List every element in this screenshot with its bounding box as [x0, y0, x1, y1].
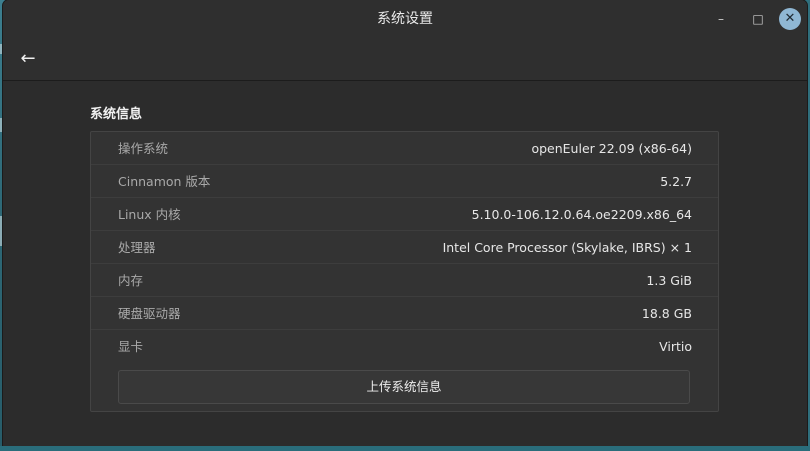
info-label: Linux 内核: [118, 207, 181, 222]
info-row-processor: 处理器 Intel Core Processor (Skylake, IBRS)…: [91, 231, 718, 264]
info-label: 硬盘驱动器: [118, 306, 181, 321]
system-info-panel: 操作系统 openEuler 22.09 (x86-64) Cinnamon 版…: [90, 131, 719, 412]
info-value: Intel Core Processor (Skylake, IBRS) × 1: [442, 240, 692, 255]
info-label: 内存: [118, 273, 144, 288]
back-button[interactable]: ←: [15, 46, 41, 72]
info-row-os: 操作系统 openEuler 22.09 (x86-64): [91, 132, 718, 165]
info-row-disk: 硬盘驱动器 18.8 GB: [91, 297, 718, 330]
maximize-icon: □: [752, 12, 764, 26]
info-label: Cinnamon 版本: [118, 174, 211, 189]
header-bar: ←: [3, 38, 807, 81]
info-value: 18.8 GB: [641, 306, 692, 321]
maximize-button[interactable]: □: [748, 9, 768, 29]
info-value: 5.2.7: [660, 174, 692, 189]
section-title: 系统信息: [90, 107, 143, 122]
info-label: 处理器: [118, 240, 156, 255]
info-row-cinnamon: Cinnamon 版本 5.2.7: [91, 165, 718, 198]
system-settings-window: 系统设置 – □ ✕ ← 系统信息 操作系统 openEuler 22.09 (…: [3, 0, 807, 446]
info-value: 5.10.0-106.12.0.64.oe2209.x86_64: [471, 207, 692, 222]
info-row-memory: 内存 1.3 GiB: [91, 264, 718, 297]
desktop-bottom-edge: [0, 446, 810, 451]
close-button[interactable]: ✕: [779, 8, 801, 30]
upload-system-info-button[interactable]: 上传系统信息: [118, 370, 690, 404]
window-title: 系统设置: [377, 11, 433, 27]
info-label: 操作系统: [118, 141, 169, 156]
minimize-icon: –: [718, 12, 724, 26]
info-value: 1.3 GiB: [646, 273, 692, 288]
minimize-button[interactable]: –: [711, 9, 731, 29]
info-row-kernel: Linux 内核 5.10.0-106.12.0.64.oe2209.x86_6…: [91, 198, 718, 231]
info-row-graphics: 显卡 Virtio: [91, 330, 718, 363]
info-value: openEuler 22.09 (x86-64): [531, 141, 692, 156]
main-content: 系统信息 操作系统 openEuler 22.09 (x86-64) Cinna…: [3, 81, 807, 446]
info-value: Virtio: [659, 339, 692, 354]
info-label: 显卡: [118, 339, 144, 354]
close-icon: ✕: [784, 11, 796, 26]
window-titlebar[interactable]: 系统设置 – □ ✕: [3, 0, 807, 38]
back-arrow-icon: ←: [20, 48, 36, 69]
